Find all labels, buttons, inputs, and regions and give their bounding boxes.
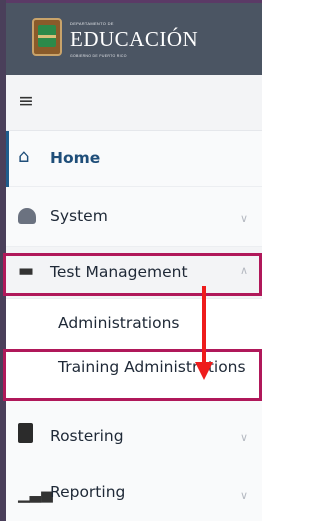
logo-main-text: EDUCACIÓN [70,27,199,51]
chevron-down-icon: ∨ [239,212,248,225]
home-icon: ⌂ [18,146,30,167]
hamburger-icon: ≡ [18,90,34,112]
logo-bottom-text: GOBIERNO DE PUERTO RICO [70,54,127,58]
chevron-down-icon: ∨ [239,431,248,444]
chevron-down-icon: ∨ [239,489,248,502]
sidebar-item-system[interactable]: System ∨ [6,187,262,247]
annotation-arrow-shaft [202,286,206,366]
badge-icon [18,423,33,443]
highlight-box-test-management [3,253,262,296]
education-logo[interactable]: DEPARTAMENTO DE EDUCACIÓN GOBIERNO DE PU… [32,16,198,66]
sidebar-subitem-administrations[interactable]: Administrations [6,299,262,349]
sidebar-item-label: Reporting [50,483,126,501]
active-indicator [6,131,9,187]
annotation-arrow-head [195,362,213,380]
system-icon [18,208,36,224]
menu-toggle-button[interactable]: ≡ [6,75,262,131]
sidebar-item-label: Rostering [50,427,124,445]
app-header: DEPARTAMENTO DE EDUCACIÓN GOBIERNO DE PU… [6,0,262,75]
sidebar-item-home[interactable]: ⌂ Home [6,131,262,187]
highlight-box-training-administrations [3,349,262,401]
sidebar-item-reporting[interactable]: ▁▃▅ Reporting ∨ [6,461,262,521]
seal-icon [32,18,62,56]
logo-top-text: DEPARTAMENTO DE [70,21,114,26]
bar-chart-icon: ▁▃▅ [18,485,53,503]
sidebar-item-label: Home [50,149,101,167]
sidebar-subitem-label: Administrations [58,314,180,332]
sidebar-item-label: System [50,207,108,225]
